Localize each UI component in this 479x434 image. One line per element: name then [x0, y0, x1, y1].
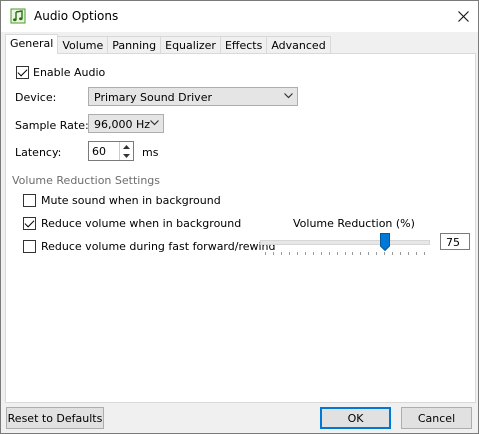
latency-label: Latency: [15, 146, 62, 159]
volume-reduction-slider-track[interactable] [260, 240, 430, 245]
window-title: Audio Options [34, 9, 119, 23]
slider-tick [392, 252, 394, 255]
title-bar: Audio Options [1, 1, 478, 32]
slider-tick [320, 252, 322, 255]
mute-background-label: Mute sound when in background [41, 194, 221, 207]
slider-tick [296, 252, 298, 255]
slider-tick [280, 252, 282, 255]
general-panel: Enable Audio Device: Primary Sound Drive… [5, 53, 476, 403]
close-icon [457, 11, 469, 22]
slider-tick [272, 252, 274, 255]
slider-tick [376, 252, 378, 255]
audio-options-window: Audio Options General Volume Panning Equ… [0, 0, 479, 434]
tab-effects[interactable]: Effects [219, 36, 268, 54]
slider-tick [288, 252, 290, 255]
device-value: Primary Sound Driver [94, 91, 212, 104]
tab-volume[interactable]: Volume [57, 36, 109, 54]
slider-tick [416, 252, 418, 255]
slider-tick [400, 252, 402, 255]
cancel-button[interactable]: Cancel [401, 407, 472, 429]
close-button[interactable] [448, 1, 478, 32]
slider-tick [352, 252, 354, 255]
sample-rate-value: 96,000 Hz [94, 118, 151, 131]
arrow-down-icon [123, 153, 130, 158]
spin-up-button[interactable] [120, 142, 133, 151]
tab-advanced[interactable]: Advanced [266, 36, 331, 54]
arrow-up-icon [123, 144, 130, 149]
sample-rate-label: Sample Rate: [15, 119, 89, 132]
music-note-icon [10, 8, 26, 24]
ok-button[interactable]: OK [320, 407, 391, 429]
volume-reduction-slider-label: Volume Reduction (%) [293, 217, 415, 230]
slider-tick [408, 252, 410, 255]
tab-panning[interactable]: Panning [107, 36, 162, 54]
mute-background-checkbox[interactable] [23, 194, 36, 207]
chevron-down-icon [284, 93, 293, 99]
reduce-fast-forward-label: Reduce volume during fast forward/rewind [41, 240, 276, 253]
slider-tick [344, 252, 346, 255]
sample-rate-dropdown[interactable]: 96,000 Hz [88, 114, 164, 133]
slider-tick [336, 252, 338, 255]
slider-tick [312, 252, 314, 255]
slider-tick [328, 252, 330, 255]
device-dropdown[interactable]: Primary Sound Driver [88, 87, 298, 106]
reduce-background-checkbox[interactable] [23, 217, 36, 230]
tab-equalizer[interactable]: Equalizer [160, 36, 221, 54]
latency-spin-buttons [119, 142, 133, 160]
enable-audio-checkbox[interactable] [16, 66, 29, 79]
slider-thumb[interactable] [380, 233, 390, 251]
volume-reduction-group-title: Volume Reduction Settings [12, 174, 161, 187]
volume-reduction-value: 75 [446, 236, 460, 249]
slider-tick [424, 252, 425, 255]
device-label: Device: [15, 91, 57, 104]
slider-tick [360, 252, 362, 255]
tab-general[interactable]: General [5, 34, 59, 54]
volume-reduction-value-box[interactable]: 75 [440, 233, 470, 250]
slider-tick [265, 252, 266, 255]
reduce-background-label: Reduce volume when in background [41, 217, 242, 230]
reduce-fast-forward-checkbox[interactable] [23, 240, 36, 253]
enable-audio-label: Enable Audio [33, 66, 106, 79]
latency-value: 60 [92, 145, 106, 158]
slider-tick [304, 252, 306, 255]
tab-strip: General Volume Panning Equalizer Effects… [5, 34, 331, 54]
latency-spinner[interactable]: 60 [88, 141, 134, 161]
reset-defaults-button[interactable]: Reset to Defaults [6, 407, 104, 429]
latency-unit: ms [142, 146, 159, 159]
spin-down-button[interactable] [120, 151, 133, 160]
slider-tick [384, 252, 386, 255]
chevron-down-icon [150, 120, 159, 126]
slider-tick [368, 252, 370, 255]
